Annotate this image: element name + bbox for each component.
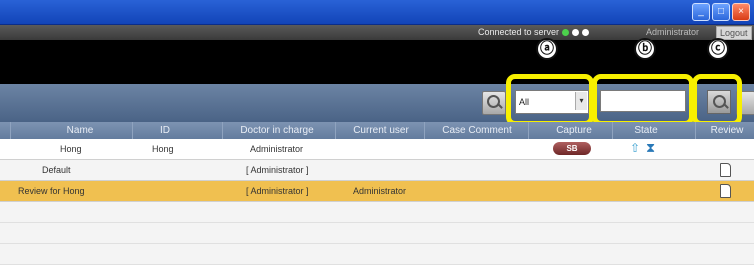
chevron-down-icon[interactable]: ▾ xyxy=(575,92,587,110)
cell-name: Review for Hong xyxy=(18,186,85,196)
search-input[interactable] xyxy=(600,90,686,112)
status-dot-icon xyxy=(572,28,580,36)
search-filter-select[interactable]: All ▾ xyxy=(515,90,589,114)
cell-doctor: [ Administrator ] xyxy=(246,165,309,175)
annotation-label-a: ⓐ xyxy=(536,38,558,60)
connection-text: Connected to server xyxy=(478,27,560,37)
table-row[interactable]: Hong Hong Administrator SB ⇧ ⧗ xyxy=(0,139,754,160)
table-row[interactable]: Review for Hong [ Administrator ] Admini… xyxy=(0,181,754,202)
column-header-current-user[interactable]: Current user xyxy=(346,125,416,136)
close-button[interactable]: × xyxy=(732,3,750,21)
cell-current-user: Administrator xyxy=(353,186,407,196)
connection-status: Connected to server xyxy=(478,27,590,37)
status-dot-icon xyxy=(562,28,570,36)
toolbar: All ▾ xyxy=(0,84,754,122)
empty-row xyxy=(0,244,754,265)
review-document-icon[interactable] xyxy=(720,163,731,177)
column-header-id[interactable]: ID xyxy=(150,125,180,136)
status-dot-icon xyxy=(582,28,590,36)
empty-row xyxy=(0,202,754,223)
empty-row xyxy=(0,223,754,244)
toolbar-icon[interactable] xyxy=(736,91,754,115)
column-header-review[interactable]: Review xyxy=(705,125,749,136)
current-user-name: Administrator xyxy=(646,27,700,37)
minimize-button[interactable]: _ xyxy=(692,3,710,21)
table-header: Name ID Doctor in charge Current user Ca… xyxy=(0,122,754,139)
search-options-icon[interactable] xyxy=(482,91,506,115)
annotation-label-c: ⓒ xyxy=(707,38,729,60)
capture-badge[interactable]: SB xyxy=(553,142,591,155)
search-button[interactable] xyxy=(707,90,731,114)
window-controls: _ □ × xyxy=(692,3,750,21)
column-header-case-comment[interactable]: Case Comment xyxy=(432,125,522,136)
column-header-state[interactable]: State xyxy=(626,125,666,136)
cell-doctor: Administrator xyxy=(250,144,304,154)
maximize-button[interactable]: □ xyxy=(712,3,730,21)
upload-icon[interactable]: ⇧ xyxy=(630,141,640,155)
column-header-name[interactable]: Name xyxy=(55,125,105,136)
cell-id: Hong xyxy=(152,144,174,154)
column-header-capture[interactable]: Capture xyxy=(548,125,600,136)
cell-name: Hong xyxy=(60,144,82,154)
hourglass-icon: ⧗ xyxy=(646,140,656,155)
annotation-label-b: ⓑ xyxy=(634,38,656,60)
table-row[interactable]: Default [ Administrator ] xyxy=(0,160,754,181)
cell-name: Default xyxy=(42,165,71,175)
cell-doctor: [ Administrator ] xyxy=(246,186,309,196)
filter-value: All xyxy=(519,97,530,107)
window-title-bar: _ □ × xyxy=(0,0,754,25)
review-document-icon[interactable] xyxy=(720,184,731,198)
column-header-doctor[interactable]: Doctor in charge xyxy=(232,125,322,136)
